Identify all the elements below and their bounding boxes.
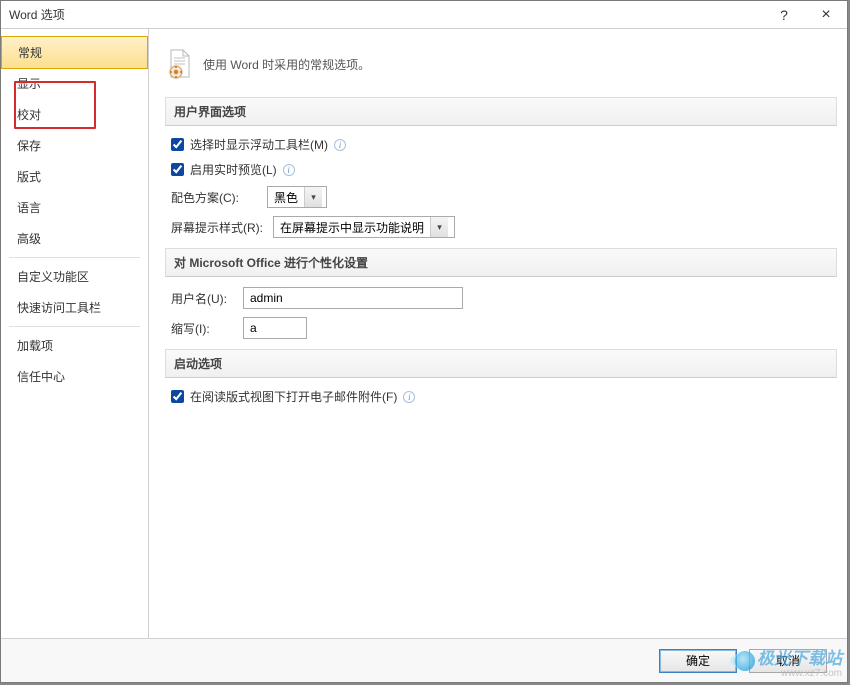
color-scheme-combo[interactable]: 黑色 ▾ (267, 186, 327, 208)
titlebar: Word 选项 ? × (1, 1, 847, 29)
tooltip-style-row: 屏幕提示样式(R): 在屏幕提示中显示功能说明 ▾ (171, 216, 831, 238)
options-dialog: Word 选项 ? × 常规 显示 校对 保存 版式 语言 高级 自定义功能区 … (0, 0, 848, 683)
sidebar-item-label: 语言 (17, 201, 41, 215)
ok-button[interactable]: 确定 (659, 649, 737, 673)
dialog-body: 常规 显示 校对 保存 版式 语言 高级 自定义功能区 快速访问工具栏 加载项 … (1, 29, 847, 638)
sidebar-item-quick-access[interactable]: 快速访问工具栏 (1, 292, 148, 323)
check-live-preview-row: 启用实时预览(L) i (171, 161, 831, 178)
section-startup-header: 启动选项 (165, 349, 837, 378)
sidebar-item-language[interactable]: 语言 (1, 192, 148, 223)
sidebar: 常规 显示 校对 保存 版式 语言 高级 自定义功能区 快速访问工具栏 加载项 … (1, 29, 149, 638)
sidebar-item-label: 高级 (17, 232, 41, 246)
sidebar-item-label: 校对 (17, 108, 41, 122)
titlebar-controls: ? × (763, 1, 847, 28)
close-button[interactable]: × (805, 1, 847, 29)
username-input[interactable] (243, 287, 463, 309)
color-scheme-label: 配色方案(C): (171, 189, 257, 206)
check-floating-toolbar[interactable] (171, 138, 184, 151)
sidebar-item-label: 常规 (18, 46, 42, 60)
content-panel: 使用 Word 时采用的常规选项。 用户界面选项 选择时显示浮动工具栏(M) i… (149, 29, 847, 638)
check-floating-toolbar-label[interactable]: 选择时显示浮动工具栏(M) (190, 136, 328, 153)
section-office-header: 对 Microsoft Office 进行个性化设置 (165, 248, 837, 277)
sidebar-item-save[interactable]: 保存 (1, 130, 148, 161)
content-scroll: 用户界面选项 选择时显示浮动工具栏(M) i 启用实时预览(L) i 配色方案(… (165, 97, 837, 628)
tooltip-style-combo[interactable]: 在屏幕提示中显示功能说明 ▾ (273, 216, 455, 238)
section-ui-header: 用户界面选项 (165, 97, 837, 126)
section-office-body: 用户名(U): 缩写(I): (165, 283, 837, 349)
section-startup-body: 在阅读版式视图下打开电子邮件附件(F) i (165, 384, 837, 415)
color-scheme-value: 黑色 (268, 189, 304, 206)
tooltip-style-value: 在屏幕提示中显示功能说明 (274, 219, 430, 236)
sidebar-item-proofing[interactable]: 校对 (1, 99, 148, 130)
sidebar-item-advanced[interactable]: 高级 (1, 223, 148, 254)
check-reading-layout-row: 在阅读版式视图下打开电子邮件附件(F) i (171, 388, 831, 405)
sidebar-item-customize-ribbon[interactable]: 自定义功能区 (1, 261, 148, 292)
sidebar-item-label: 保存 (17, 139, 41, 153)
chevron-down-icon[interactable]: ▾ (430, 217, 448, 237)
color-scheme-row: 配色方案(C): 黑色 ▾ (171, 186, 831, 208)
check-live-preview-label[interactable]: 启用实时预览(L) (190, 161, 277, 178)
sidebar-item-trust-center[interactable]: 信任中心 (1, 361, 148, 392)
chevron-down-icon[interactable]: ▾ (304, 187, 322, 207)
initials-input[interactable] (243, 317, 307, 339)
sidebar-item-label: 信任中心 (17, 370, 65, 384)
initials-row: 缩写(I): (171, 317, 831, 339)
sidebar-divider (9, 326, 140, 327)
sidebar-item-addins[interactable]: 加载项 (1, 330, 148, 361)
check-reading-layout[interactable] (171, 390, 184, 403)
sidebar-item-layout[interactable]: 版式 (1, 161, 148, 192)
sidebar-item-label: 显示 (17, 77, 41, 91)
info-icon[interactable]: i (283, 164, 295, 176)
check-live-preview[interactable] (171, 163, 184, 176)
sidebar-item-general[interactable]: 常规 (1, 36, 148, 69)
sidebar-item-label: 版式 (17, 170, 41, 184)
tooltip-style-label: 屏幕提示样式(R): (171, 219, 263, 236)
info-icon[interactable]: i (334, 139, 346, 151)
intro-row: 使用 Word 时采用的常规选项。 (165, 45, 837, 91)
dialog-footer: 确定 取消 极光下载站 www.xz7.com (1, 638, 847, 682)
sidebar-item-label: 快速访问工具栏 (17, 301, 101, 315)
settings-doc-icon (167, 49, 193, 79)
username-label: 用户名(U): (171, 290, 233, 307)
info-icon[interactable]: i (403, 391, 415, 403)
sidebar-divider (9, 257, 140, 258)
check-reading-layout-label[interactable]: 在阅读版式视图下打开电子邮件附件(F) (190, 388, 397, 405)
check-floating-toolbar-row: 选择时显示浮动工具栏(M) i (171, 136, 831, 153)
initials-label: 缩写(I): (171, 320, 233, 337)
sidebar-item-display[interactable]: 显示 (1, 68, 148, 99)
cancel-button[interactable]: 取消 (749, 649, 827, 673)
help-button[interactable]: ? (763, 1, 805, 29)
username-row: 用户名(U): (171, 287, 831, 309)
window-title: Word 选项 (9, 6, 65, 23)
intro-text: 使用 Word 时采用的常规选项。 (203, 56, 370, 73)
section-ui-body: 选择时显示浮动工具栏(M) i 启用实时预览(L) i 配色方案(C): 黑色 … (165, 132, 837, 248)
sidebar-item-label: 加载项 (17, 339, 53, 353)
sidebar-item-label: 自定义功能区 (17, 270, 89, 284)
